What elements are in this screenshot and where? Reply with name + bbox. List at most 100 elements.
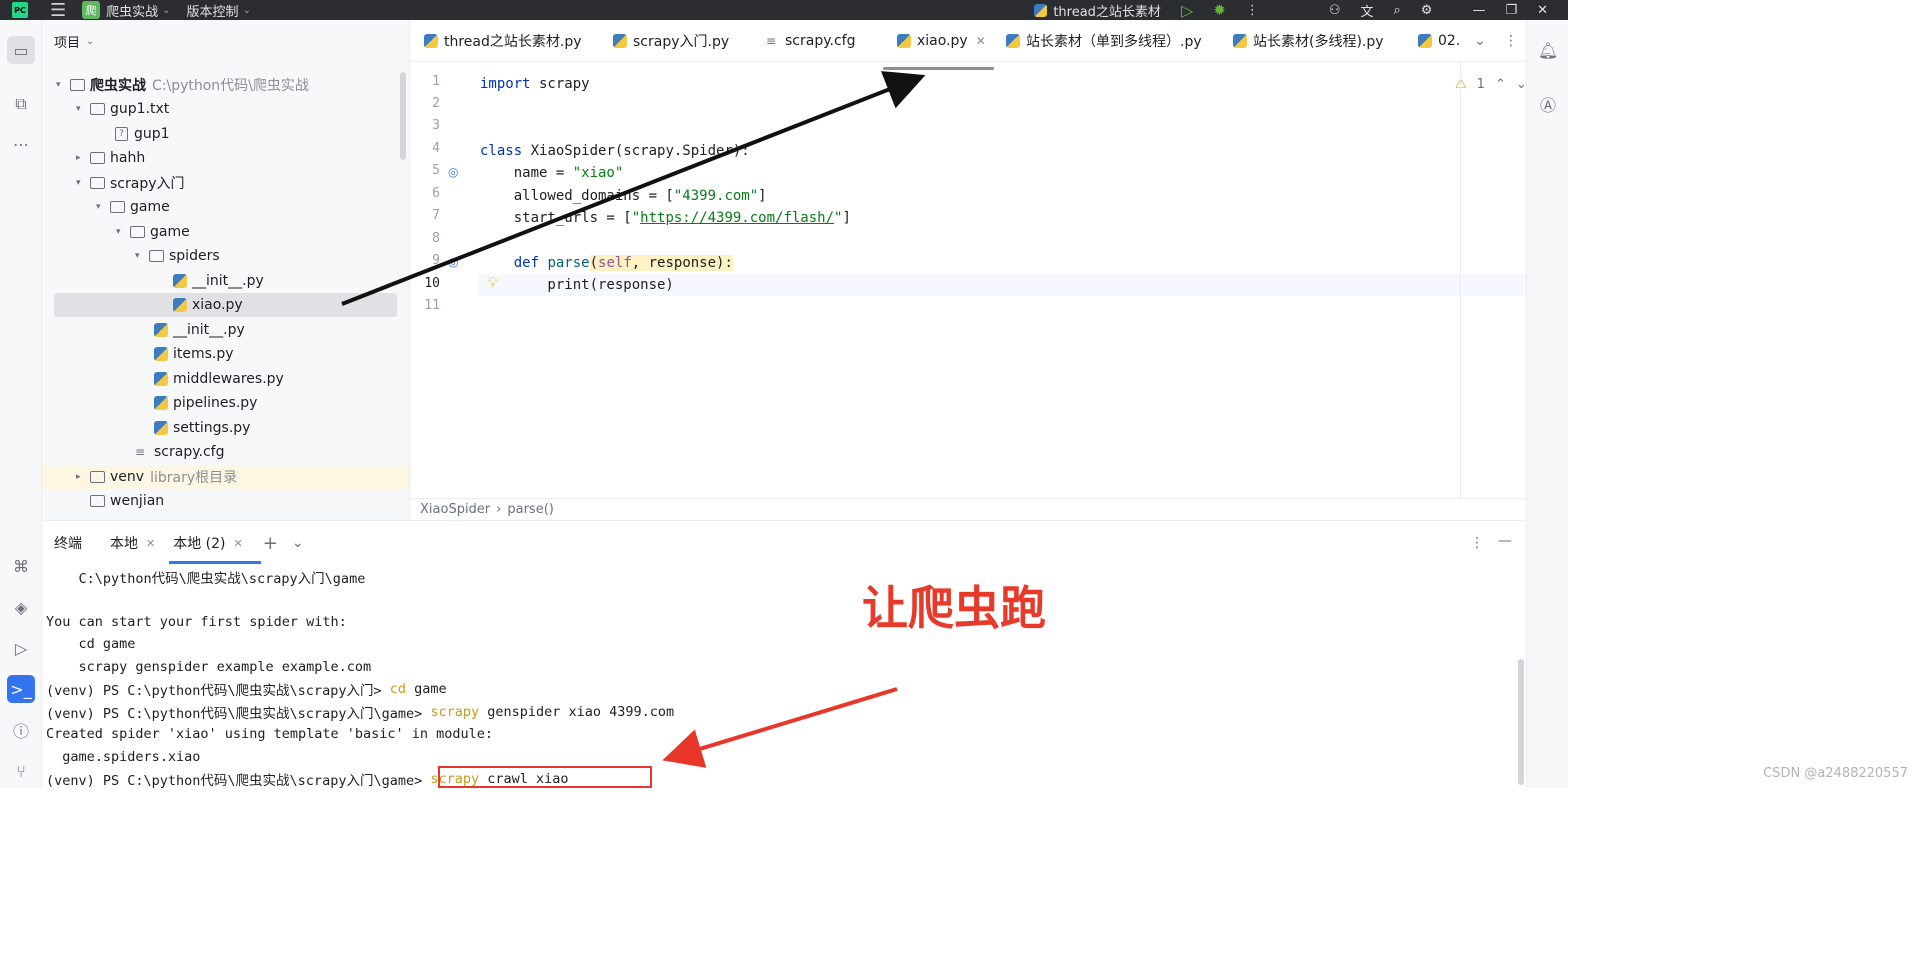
tree-item[interactable]: pipelines.py [154,391,257,415]
code-line[interactable]: start_urls = [" https://4399.com/flash/"] [480,207,851,229]
code-text: print(response) [480,277,674,293]
command: cd [389,681,406,697]
project-switcher[interactable]: 爬虫实战 [106,1,158,20]
folder-icon [90,471,105,483]
code-line[interactable]: class XiaoSpider(scrapy.Spider): [480,140,750,162]
code-line[interactable]: def parse(self, response): [480,252,733,274]
override-gutter-icon[interactable]: ◎ [448,165,458,179]
terminal-icon[interactable]: >_ [7,675,35,703]
tree-item-selected[interactable]: xiao.py [54,293,397,317]
tree-item[interactable]: wenjian [90,489,164,513]
right-tool-bar: 🔔︎ Ⓐ [1526,20,1568,788]
line-number: 1 [432,74,440,89]
tree-item[interactable]: middlewares.py [154,367,284,391]
tab-xiao[interactable]: xiao.py ✕ [897,20,986,62]
url-link[interactable]: https://4399.com/flash/ [640,210,834,226]
project-panel-header[interactable]: 项目 ⌄ [42,20,409,62]
code-line[interactable]: import scrapy [480,73,590,95]
tab-zhanzhang-multi[interactable]: 站长素材(多线程).py [1233,20,1384,62]
tab-scrapy-intro[interactable]: scrapy入门.py [613,20,729,62]
override-gutter-icon[interactable]: ◎ [448,255,458,269]
gear-icon[interactable]: ⚙ [1421,3,1433,18]
right-margin-guide [1460,62,1461,498]
editor-tabs: thread之站长素材.py scrapy入门.py ≡ scrapy.cfg x… [410,20,1526,62]
prompt: (venv) PS C:\python代码\爬虫实战\scrapy入门\game… [46,706,431,722]
scrollbar[interactable] [400,72,406,160]
debug-icon[interactable]: ✹ [1213,1,1226,19]
python-console-icon[interactable]: ⌘ [7,552,35,580]
tree-item-root[interactable]: ▾ 爬虫实战 C:\python代码\爬虫实战 [56,73,309,97]
main-menu-icon[interactable]: ☰ [50,0,66,21]
more-icon[interactable]: ⋮ [1246,3,1259,18]
code-line[interactable]: allowed_domains = ["4399.com"] [480,185,767,207]
translate-icon[interactable]: 文 [1360,1,1373,20]
tab-scrapy-cfg[interactable]: ≡ scrapy.cfg [766,20,855,62]
search-icon[interactable]: ⌕ [1394,3,1401,18]
vcs-menu[interactable]: 版本控制 [187,1,239,20]
tree-item[interactable]: settings.py [154,416,250,440]
tree-path: C:\python代码\爬虫实战 [152,78,309,94]
minimize-icon[interactable]: — [1472,3,1485,18]
restore-icon[interactable]: ❐ [1505,3,1517,18]
code-text: ( [589,255,599,271]
tab-thread[interactable]: thread之站长素材.py [424,20,582,62]
notifications-icon[interactable]: 🔔︎ [1534,36,1562,64]
tab-label: scrapy入门.py [633,34,730,50]
tree-item[interactable]: ▾ game [96,195,170,219]
chevron-down-icon: ▾ [76,104,81,114]
tree-item[interactable]: items.py [154,342,234,366]
layers-icon[interactable]: ◈ [7,593,35,621]
services-icon[interactable]: ▷ [7,634,35,662]
tab-local-2[interactable]: 本地 (2) ✕ [173,533,243,553]
add-tab-icon[interactable]: + [263,533,278,554]
close-icon[interactable]: ✕ [234,537,243,550]
run-config-selector[interactable]: thread之站长素材 [1053,1,1161,20]
structure-icon[interactable]: ⧉ [7,90,35,118]
chevron-down-icon[interactable]: ⌄ [1516,77,1527,92]
scrollbar[interactable] [1518,659,1524,785]
add-user-icon[interactable]: ⚇ [1329,3,1341,18]
breadcrumb-class[interactable]: XiaoSpider [420,502,490,517]
chevron-down-icon[interactable]: ⌄ [292,535,304,551]
ai-assistant-icon[interactable]: Ⓐ [1534,90,1562,118]
line-number: 2 [432,96,440,111]
tree-item[interactable]: ≡ scrapy.cfg [135,440,224,464]
tab-list-chevron-icon[interactable]: ⌄ [1474,20,1486,62]
tree-item-venv[interactable]: ▸ venv library根目录 [42,465,409,489]
python-file-icon [1006,34,1020,48]
tab-label: 本地 (2) [173,536,226,552]
more-icon[interactable]: ⋮ [1470,535,1484,551]
tree-item[interactable]: __init__.py [154,318,245,342]
breadcrumb-method[interactable]: parse() [507,502,553,517]
folder-icon [90,495,105,507]
tree-item[interactable]: ▸ hahh [76,146,145,170]
chevron-up-icon[interactable]: ⌃ [1495,77,1506,92]
terminal-output: cd game [46,636,136,652]
code-line[interactable]: print(response) [480,274,674,296]
config-file-icon: ≡ [135,445,146,459]
run-icon[interactable]: ▷ [1181,1,1193,20]
tab-zhanzhang-single[interactable]: 站长素材（单到多线程）.py [1006,20,1202,62]
minimize-icon[interactable]: — [1498,533,1512,549]
project-folder-icon[interactable]: ▭ [7,36,35,64]
tree-item[interactable]: ▾ game [116,220,190,244]
code-line[interactable]: name = "xiao" [480,162,624,184]
breadcrumb: XiaoSpider › parse() [410,498,1526,520]
tree-item[interactable]: ▾ spiders [135,244,220,268]
tree-item[interactable]: ▾ scrapy入门 [76,171,185,195]
git-branch-icon[interactable]: ⑂ [7,757,35,785]
tab-local[interactable]: 本地 ✕ [110,533,155,553]
tab-02[interactable]: 02. [1418,20,1460,62]
tree-item[interactable]: __init__.py [173,269,264,293]
chevron-right-icon: ▸ [76,153,81,163]
line-number: 10 [424,276,440,291]
tree-item[interactable]: ? gup1 [115,122,170,146]
more-icon[interactable]: ⋮ [1504,20,1518,62]
tree-item[interactable]: ▾ gup1.txt [76,97,169,121]
problems-icon[interactable]: ⓘ [7,716,35,744]
more-tools-icon[interactable]: ⋯ [7,130,35,158]
inspection-widget[interactable]: ⚠ 1 ⌃ ⌄ [1455,77,1527,92]
close-icon[interactable]: ✕ [976,34,986,48]
close-icon[interactable]: ✕ [146,537,155,550]
close-icon[interactable]: ✕ [1537,3,1548,18]
